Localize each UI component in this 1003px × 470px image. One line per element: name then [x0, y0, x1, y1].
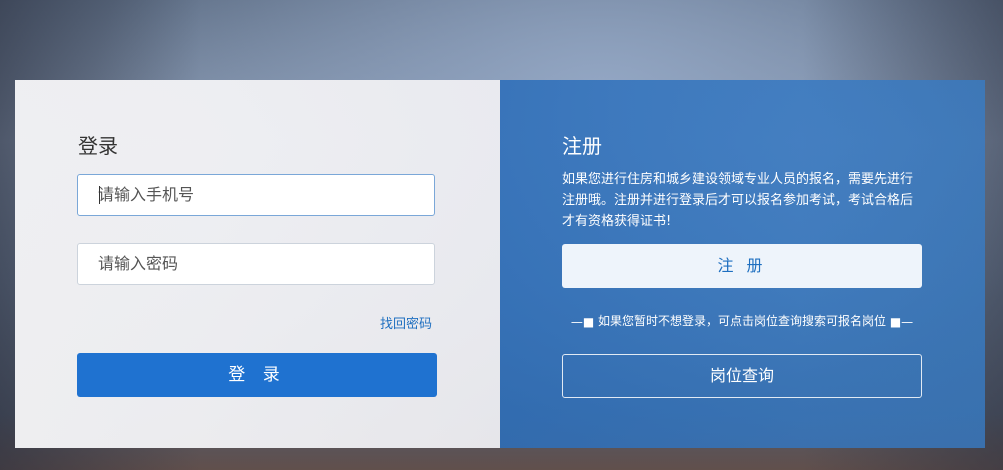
phone-input[interactable]: 请输入手机号 [77, 174, 435, 216]
query-tip: —■ 如果您暂时不想登录，可点击岗位查询搜索可报名岗位 ■— [562, 312, 922, 329]
forgot-password-link[interactable]: 找回密码 [380, 313, 432, 332]
site-banner [0, 0, 1003, 18]
password-input[interactable]: 请输入密码 [77, 243, 435, 285]
login-button[interactable]: 登 录 [77, 353, 437, 397]
register-title: 注册 [562, 134, 602, 158]
password-placeholder: 请输入密码 [98, 254, 179, 273]
phone-placeholder: 请输入手机号 [98, 185, 195, 204]
login-title: 登录 [78, 134, 118, 158]
register-button[interactable]: 注 册 [562, 244, 922, 288]
register-panel: 注册 如果您进行住房和城乡建设领域专业人员的报名，需要先进行注册哦。注册并进行登… [500, 80, 985, 448]
text-caret [99, 186, 100, 204]
tip-right-decoration: ■— [889, 314, 914, 329]
tip-left-decoration: —■ [570, 314, 595, 329]
register-description: 如果您进行住房和城乡建设领域专业人员的报名，需要先进行注册哦。注册并进行登录后才… [562, 172, 914, 229]
tip-text: 如果您暂时不想登录，可点击岗位查询搜索可报名岗位 [597, 314, 886, 328]
login-panel: 登录 请输入手机号 请输入密码 找回密码 登 录 [15, 80, 500, 448]
position-query-button[interactable]: 岗位查询 [562, 354, 922, 398]
